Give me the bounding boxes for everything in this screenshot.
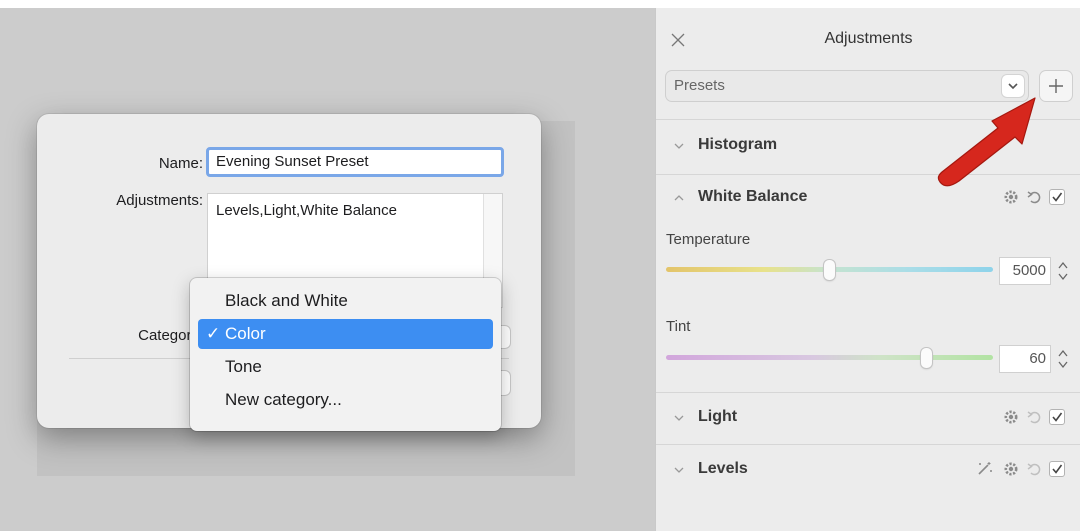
tint-slider-thumb[interactable]	[921, 348, 932, 368]
checkmark-icon	[1052, 192, 1063, 202]
menu-item-label: New category...	[225, 390, 342, 409]
section-title: Light	[698, 408, 738, 425]
menu-item-new-category[interactable]: New category...	[198, 385, 493, 415]
menu-item-tone[interactable]: Tone	[198, 352, 493, 382]
adjustments-label: Adjustments:	[116, 192, 203, 209]
light-tools	[989, 407, 1071, 429]
panel-title: Adjustments	[824, 30, 913, 47]
chevron-up-icon	[672, 191, 686, 205]
adjustments-list-text: Levels,Light,White Balance	[216, 202, 397, 219]
menu-item-label: Tone	[225, 357, 262, 376]
tint-value-field[interactable]: 60	[1000, 346, 1050, 372]
category-menu: Black and White ✓ Color Tone New categor…	[190, 278, 501, 431]
temperature-label: Temperature	[666, 231, 751, 248]
presets-label: Presets	[674, 77, 725, 94]
chevron-down-icon	[672, 463, 686, 477]
canvas-area: Name: Evening Sunset Preset Adjustments:…	[0, 8, 655, 531]
temperature-slider-thumb[interactable]	[824, 260, 835, 280]
checkmark-icon	[1052, 412, 1063, 422]
section-divider	[656, 119, 1080, 120]
levels-tools	[963, 459, 1071, 481]
category-label: Category	[138, 327, 199, 344]
gear-icon[interactable]	[1001, 459, 1021, 479]
section-divider	[656, 392, 1080, 393]
checkmark-icon	[1052, 464, 1063, 474]
levels-checkbox[interactable]	[1049, 461, 1065, 477]
presets-popup[interactable]: Presets	[666, 71, 1028, 101]
chevron-down-icon	[672, 139, 686, 153]
revert-icon[interactable]	[1025, 407, 1045, 427]
section-title: Levels	[698, 460, 748, 477]
plus-icon	[1049, 79, 1063, 93]
stepper-icon[interactable]	[1056, 346, 1070, 372]
revert-icon[interactable]	[1025, 187, 1045, 207]
add-preset-button[interactable]	[1040, 71, 1072, 101]
stepper-icon[interactable]	[1056, 258, 1070, 284]
auto-enhance-icon[interactable]	[975, 459, 995, 479]
preset-name-input[interactable]: Evening Sunset Preset	[206, 147, 504, 177]
section-title: Histogram	[698, 136, 778, 153]
temperature-value-field[interactable]: 5000	[1000, 258, 1050, 284]
light-checkbox[interactable]	[1049, 409, 1065, 425]
chevron-down-icon	[672, 411, 686, 425]
white-balance-tools	[989, 187, 1071, 209]
gear-icon[interactable]	[1001, 407, 1021, 427]
gear-icon[interactable]	[1001, 187, 1021, 207]
tint-slider[interactable]	[666, 355, 993, 360]
menu-item-label: Color	[225, 324, 266, 343]
menu-item-black-and-white[interactable]: Black and White	[198, 286, 493, 316]
menu-item-label: Black and White	[225, 291, 348, 310]
app-window: Name: Evening Sunset Preset Adjustments:…	[0, 8, 1080, 531]
section-divider	[656, 174, 1080, 175]
white-balance-checkbox[interactable]	[1049, 189, 1065, 205]
section-divider	[656, 444, 1080, 445]
menu-item-color[interactable]: ✓ Color	[198, 319, 493, 349]
checkmark-icon: ✓	[206, 324, 221, 343]
name-label: Name:	[158, 155, 203, 172]
tint-label: Tint	[666, 318, 691, 335]
section-title: White Balance	[698, 188, 808, 205]
revert-icon[interactable]	[1025, 459, 1045, 479]
chevron-down-icon[interactable]	[1002, 75, 1024, 97]
adjustments-panel: Adjustments Presets Histogram White Bala…	[655, 8, 1080, 531]
